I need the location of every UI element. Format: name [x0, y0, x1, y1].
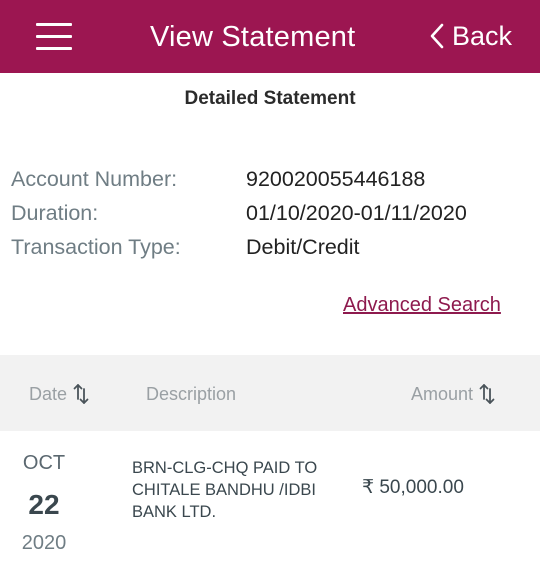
account-number-label: Account Number: — [11, 167, 178, 191]
app-header: View Statement Back — [0, 0, 540, 73]
menu-icon-bar — [36, 23, 72, 26]
back-button-label: Back — [452, 21, 513, 51]
menu-icon-bar — [36, 47, 72, 50]
description-column-header: Description — [146, 381, 236, 407]
transaction-day: 22 — [28, 489, 60, 520]
date-column-header[interactable]: Date — [29, 381, 89, 407]
advanced-search-link[interactable]: Advanced Search — [343, 294, 501, 317]
transaction-amount: ₹ 50,000.00 — [362, 477, 464, 498]
sort-icon[interactable] — [479, 383, 495, 405]
chevron-left-icon — [430, 23, 444, 49]
statement-title: Detailed Statement — [184, 88, 356, 109]
transaction-description: BRN-CLG-CHQ PAID TO CHITALE BANDHU /IDBI… — [132, 459, 318, 521]
amount-column-label: Amount — [411, 384, 474, 404]
duration-row: Duration: 01/10/2020-01/11/2020 — [11, 198, 531, 228]
table-row[interactable]: OCT 22 2020 BRN-CLG-CHQ PAID TO CHITALE … — [0, 431, 540, 575]
transaction-type-value: Debit/Credit — [246, 235, 360, 259]
transaction-year: 2020 — [21, 532, 67, 554]
account-number-value: 920020055446188 — [246, 167, 426, 191]
description-column-label: Description — [146, 384, 237, 404]
duration-label: Duration: — [11, 201, 99, 225]
table-header: Date Description Amount — [0, 355, 540, 431]
page-title: View Statement — [150, 21, 356, 53]
amount-column-header[interactable]: Amount — [411, 381, 495, 407]
menu-icon[interactable] — [36, 20, 72, 52]
back-button[interactable]: Back — [430, 18, 512, 54]
transaction-month: OCT — [22, 452, 66, 474]
menu-icon-bar — [36, 35, 72, 38]
transaction-type-row: Transaction Type: Debit/Credit — [11, 232, 531, 262]
account-number-row: Account Number: 920020055446188 — [11, 164, 531, 194]
sort-icon[interactable] — [73, 383, 89, 405]
transaction-type-label: Transaction Type: — [11, 235, 181, 259]
duration-value: 01/10/2020-01/11/2020 — [246, 201, 467, 225]
date-column-label: Date — [29, 384, 68, 404]
